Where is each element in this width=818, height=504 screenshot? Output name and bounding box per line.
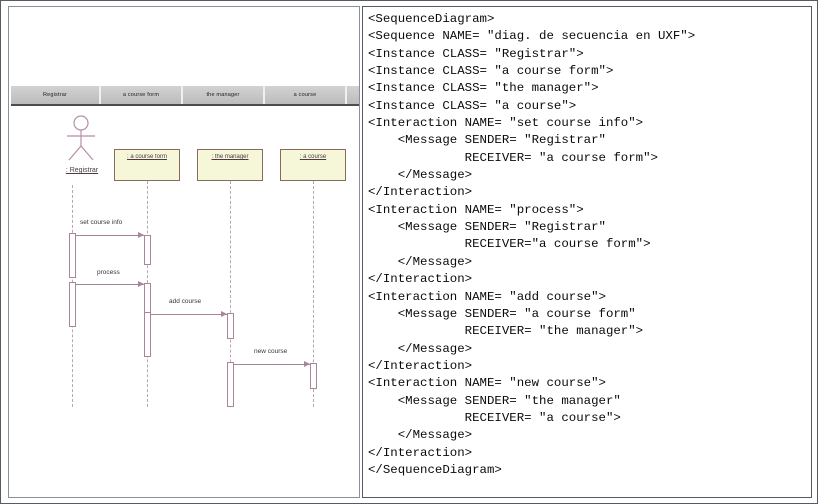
object-box-the-manager[interactable]: : the manager <box>197 149 263 181</box>
activation-bar-a-course-form-1 <box>144 235 151 265</box>
participant-tab-a-course[interactable]: a course <box>265 86 347 104</box>
activation-bar-the-manager-2 <box>227 362 234 407</box>
participant-tab-a-course-form[interactable]: a course form <box>101 86 183 104</box>
message-label-add-course: add course <box>169 298 202 305</box>
participant-tab-label: the manager <box>206 92 240 98</box>
activation-bar-a-course-form-2 <box>144 283 151 313</box>
activation-bar-registrar-2 <box>69 282 76 327</box>
message-arrowhead-add-course <box>221 311 227 317</box>
sequence-diagram-panel: Registrar a course form the manager a co… <box>8 6 360 498</box>
object-box-label: : a course <box>299 154 327 160</box>
object-box-label: : the manager <box>211 154 249 160</box>
stick-figure-actor-icon <box>63 115 99 161</box>
actor-label: : Registrar <box>65 167 99 174</box>
message-label-process: process <box>97 269 120 276</box>
message-label-new-course: new course <box>254 348 288 355</box>
uxf-xml-source-panel[interactable]: <SequenceDiagram> <Sequence NAME= "diag.… <box>362 6 812 498</box>
activation-bar-the-manager-1 <box>227 313 234 339</box>
participant-tab-label: a course <box>293 92 317 98</box>
participant-tab-label: a course form <box>122 92 160 98</box>
message-label-set-course-info: set course info <box>80 219 123 226</box>
object-box-label: : a course form <box>126 154 167 160</box>
activation-bar-a-course-1 <box>310 363 317 389</box>
participant-header-bar: Registrar a course form the manager a co… <box>11 86 359 106</box>
object-box-a-course-form[interactable]: : a course form <box>114 149 180 181</box>
message-arrow-add-course <box>151 314 227 315</box>
participant-tab-registrar[interactable]: Registrar <box>11 86 101 104</box>
participant-tab-the-manager[interactable]: the manager <box>183 86 265 104</box>
object-box-a-course[interactable]: : a course <box>280 149 346 181</box>
message-arrowhead-new-course <box>304 361 310 367</box>
screenshot-root: Registrar a course form the manager a co… <box>0 0 818 504</box>
uxf-xml-source-text: <SequenceDiagram> <Sequence NAME= "diag.… <box>368 12 696 477</box>
participant-tab-spacer <box>347 86 359 104</box>
message-arrowhead-process <box>138 281 144 287</box>
message-arrow-set-course-info <box>76 235 144 236</box>
activation-bar-a-course-form-3 <box>144 312 151 357</box>
message-arrow-new-course <box>234 364 310 365</box>
participant-tab-label: Registrar <box>42 92 68 98</box>
activation-bar-registrar-1 <box>69 233 76 278</box>
message-arrow-process <box>76 284 144 285</box>
message-arrowhead-set-course-info <box>138 232 144 238</box>
